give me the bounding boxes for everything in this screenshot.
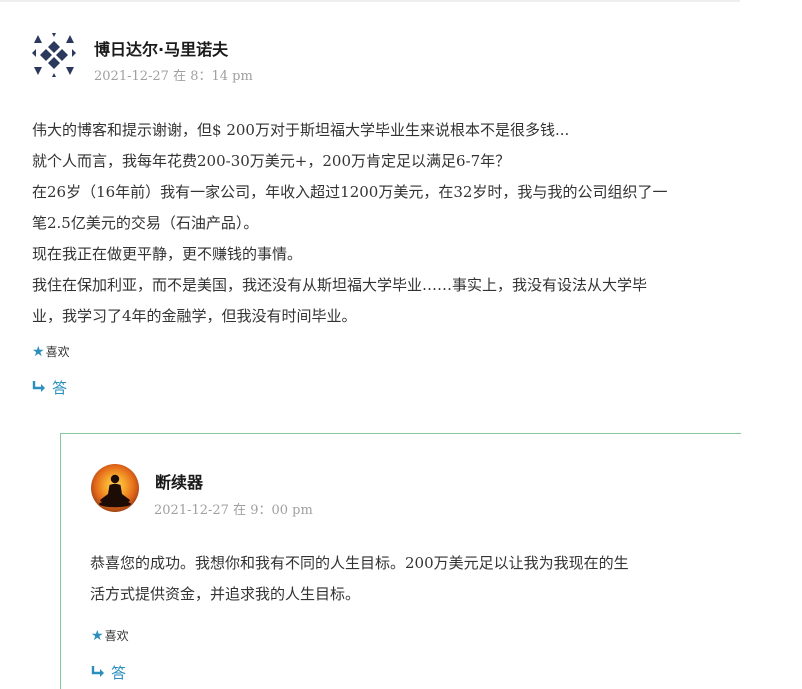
comment-paragraph: 现在我正在做更平静，更不赚钱的事情。 — [32, 245, 303, 263]
like-button[interactable]: ★ 喜欢 — [91, 627, 129, 644]
like-button[interactable]: ★ 喜欢 — [32, 343, 70, 360]
reply-label: 答 — [111, 664, 127, 682]
comment-1: 博日达尔·马里诺夫 2021-12-27 在 8：14 pm 伟大的博客和提示谢… — [0, 0, 740, 410]
comment-date[interactable]: 2021-12-27 在 9：00 pm — [154, 499, 313, 518]
comment-paragraph: 恭喜您的成功。我想你和我有不同的人生目标。200万美元足以让我为我现在的生 — [90, 554, 629, 572]
comment-author[interactable]: 断续器 — [155, 469, 203, 493]
comment-paragraph: 笔2.5亿美元的交易（石油产品）。 — [32, 214, 259, 232]
reply-arrow-icon — [32, 381, 45, 392]
comment-2: 断续器 2021-12-27 在 9：00 pm 恭喜您的成功。我想你和我有不同… — [60, 433, 741, 689]
identicon-avatar-image — [30, 31, 78, 79]
like-label: 喜欢 — [45, 345, 70, 359]
comment-paragraph: 在26岁（16年前）我有一家公司，年收入超过1200万美元，在32岁时，我与我的… — [32, 183, 668, 201]
meditation-avatar-image — [99, 474, 131, 508]
reply-link[interactable]: 答 — [91, 662, 126, 683]
comment-author[interactable]: 博日达尔·马里诺夫 — [94, 36, 228, 60]
comment-paragraph: 我住在保加利亚，而不是美国，我还没有从斯坦福大学毕业……事实上，我没有设法从大学… — [32, 276, 648, 294]
comment-body: 恭喜您的成功。我想你和我有不同的人生目标。200万美元足以让我为我现在的生 活方… — [90, 548, 629, 610]
avatar[interactable] — [91, 464, 139, 512]
comment-paragraph: 活方式提供资金，并追求我的人生目标。 — [90, 585, 361, 603]
like-label: 喜欢 — [104, 629, 129, 643]
reply-label: 答 — [52, 379, 68, 397]
star-icon: ★ — [91, 627, 104, 644]
avatar[interactable] — [30, 31, 78, 79]
comment-paragraph: 业，我学习了4年的金融学，但我没有时间毕业。 — [32, 307, 357, 325]
comment-paragraph: 就个人而言，我每年花费200-30万美元+，200万肯定足以满足6-7年？ — [32, 152, 511, 170]
comment-paragraph: 伟大的博客和提示谢谢，但$ 200万对于斯坦福大学毕业生来说根本不是很多钱... — [32, 121, 570, 139]
star-icon: ★ — [32, 343, 45, 360]
comment-date[interactable]: 2021-12-27 在 8：14 pm — [94, 65, 253, 84]
reply-arrow-icon — [91, 666, 104, 677]
comment-body: 伟大的博客和提示谢谢，但$ 200万对于斯坦福大学毕业生来说根本不是很多钱...… — [32, 115, 667, 332]
reply-link[interactable]: 答 — [32, 377, 67, 398]
